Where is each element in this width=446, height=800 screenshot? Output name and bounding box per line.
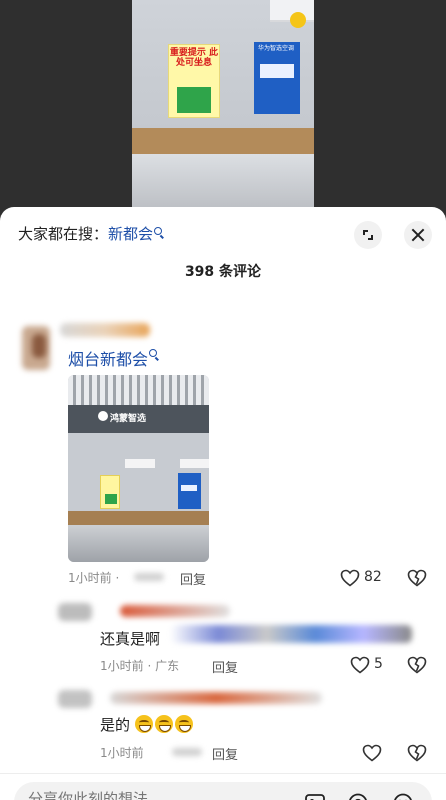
wall-band: [132, 128, 314, 154]
heart-icon[interactable]: [350, 656, 370, 674]
dislike-icon[interactable]: [407, 569, 427, 587]
username-blurred[interactable]: [120, 605, 230, 617]
image-air-conditioner: [180, 459, 209, 468]
poster-ac-image: [260, 64, 294, 78]
comment-count: 398 条评论: [184, 264, 262, 280]
reply-text: 是的: [100, 714, 195, 735]
avatar[interactable]: [58, 690, 92, 708]
expand-button[interactable]: [354, 221, 382, 249]
reply-button[interactable]: 回复: [212, 657, 238, 676]
emoji-icon[interactable]: [392, 792, 414, 800]
dislike-icon[interactable]: [407, 656, 427, 674]
comment-search-keyword[interactable]: 烟台新都会: [68, 350, 148, 369]
hot-search-prefix: 大家都在搜：: [18, 225, 109, 243]
heart-icon[interactable]: [340, 569, 360, 587]
image-air-conditioner: [125, 459, 155, 468]
username-blurred[interactable]: [110, 692, 322, 704]
reply-button[interactable]: 回复: [180, 569, 206, 588]
image-floor: [68, 525, 209, 562]
image-brand-text: 鸿蒙智选: [110, 414, 147, 424]
brand-logo-icon: [98, 411, 108, 421]
comment-image[interactable]: 鸿蒙智选: [68, 375, 209, 562]
grinning-emoji-icon: [154, 715, 173, 733]
floor: [132, 154, 314, 215]
reply-button[interactable]: 回复: [212, 744, 238, 763]
hot-search-link[interactable]: 大家都在搜：新都会: [18, 224, 163, 244]
reply-text: 还真是啊: [100, 630, 161, 648]
like-count: 5: [374, 656, 383, 672]
expand-icon: [363, 230, 373, 240]
image-yellow-poster: [100, 475, 120, 509]
avatar[interactable]: [58, 603, 92, 621]
at-icon[interactable]: [347, 792, 369, 800]
reply-timestamp: 1小时前: [100, 746, 144, 760]
image-blue-poster: [178, 473, 201, 509]
blue-poster: 华为智选空调: [254, 42, 300, 114]
location-blurred: [172, 748, 202, 756]
video-frame: 重要提示 此处可坐息 华为智选空调: [132, 0, 314, 215]
close-icon: [411, 228, 425, 242]
yellow-poster-title: 重要提示 此处可坐息: [169, 48, 219, 68]
comment-input[interactable]: [28, 790, 298, 800]
search-icon: [154, 227, 163, 235]
username-blurred[interactable]: [60, 323, 150, 337]
reply-content-blurred: [170, 625, 412, 643]
heart-icon[interactable]: [362, 744, 382, 762]
reply-text-content: 是的: [100, 716, 131, 734]
avatar[interactable]: [20, 324, 54, 374]
comment-text: 烟台新都会: [68, 346, 158, 370]
comment-input-container[interactable]: [14, 782, 432, 800]
comment-input-bar: [0, 773, 446, 800]
image-wall-band: [68, 511, 209, 525]
image-ceiling: [68, 375, 209, 405]
close-button[interactable]: [404, 221, 432, 249]
like-count: 82: [364, 569, 382, 585]
grinning-emoji-icon: [174, 715, 193, 733]
poster-green-block: [177, 87, 211, 113]
location-blurred: [134, 573, 164, 581]
sun-sticker: [290, 12, 306, 28]
yellow-poster: 重要提示 此处可坐息: [168, 44, 220, 118]
video-background[interactable]: 重要提示 此处可坐息 华为智选空调: [0, 0, 446, 215]
reply-timestamp: 1小时前 · 广东: [100, 659, 180, 673]
dislike-icon[interactable]: [407, 744, 427, 762]
grinning-emoji-icon: [134, 715, 153, 733]
image-icon[interactable]: [304, 792, 326, 800]
comment-timestamp: 1小时前 ·: [68, 571, 120, 585]
hot-search-keyword[interactable]: 新都会: [108, 225, 153, 243]
comment-sheet: 大家都在搜：新都会 398 条评论 烟台新都会 鸿蒙智选 1小时前 · 回复 8…: [0, 207, 446, 800]
search-icon: [149, 349, 158, 357]
blue-poster-title: 华为智选空调: [258, 45, 295, 52]
